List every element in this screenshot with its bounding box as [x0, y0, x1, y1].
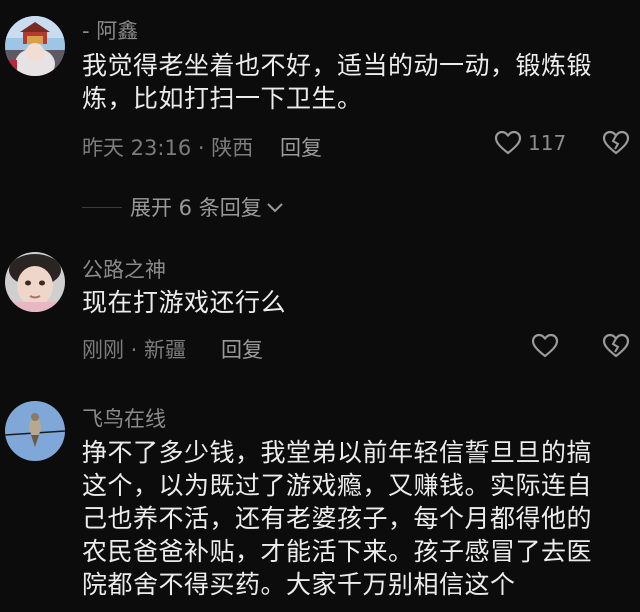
- avatar[interactable]: [5, 401, 65, 461]
- broken-heart-icon: [602, 130, 630, 156]
- dislike-button[interactable]: [602, 333, 630, 359]
- dislike-button[interactable]: [602, 130, 630, 156]
- reply-button[interactable]: 回复: [280, 132, 322, 162]
- like-button[interactable]: [531, 333, 559, 359]
- comment-author[interactable]: 公路之神: [82, 254, 166, 284]
- divider: [82, 206, 122, 208]
- broken-heart-icon: [602, 333, 630, 359]
- comment-text-line: 挣不了多少钱，我堂弟以前年轻信誓旦旦的搞: [82, 438, 593, 467]
- expand-replies-button[interactable]: 展开 6 条回复: [130, 192, 284, 222]
- comment-text-line: 我觉得老坐着也不好，适当的动一动，锻炼锻: [82, 51, 593, 80]
- comment-text: 现在打游戏还行么: [82, 286, 627, 319]
- comment-text-line: 农民爸爸补贴，才能活下来。孩子感冒了去医: [82, 537, 593, 566]
- comment-text-line: 己也养不活，还有老婆孩子，每个月都得他的: [82, 504, 593, 533]
- comment-text-line: 院都舍不得买药。大家千万别相信这个: [82, 570, 516, 599]
- avatar-photo-red-building-icon: [5, 16, 65, 76]
- comment-text: 挣不了多少钱，我堂弟以前年轻信誓旦旦的搞 这个，以为既过了游戏瘾，又赚钱。实际连…: [82, 436, 627, 601]
- comment-text: 我觉得老坐着也不好，适当的动一动，锻炼锻 炼，比如打扫一下卫生。: [82, 49, 627, 115]
- comment-text-line: 这个，以为既过了游戏瘾，又赚钱。实际连自: [82, 471, 593, 500]
- comment-text-line: 炼，比如打扫一下卫生。: [82, 84, 363, 113]
- comment-time-location: 昨天 23:16 · 陕西: [82, 136, 254, 160]
- comment-author[interactable]: 飞鸟在线: [82, 403, 166, 433]
- avatar-photo-child-icon: [5, 252, 65, 312]
- comment-author[interactable]: - 阿鑫: [82, 15, 138, 45]
- heart-icon: [531, 333, 559, 359]
- avatar[interactable]: [5, 252, 65, 312]
- expand-replies-label: 展开 6 条回复: [130, 196, 262, 220]
- avatar[interactable]: [5, 16, 65, 76]
- heart-icon: [494, 130, 522, 156]
- reply-button[interactable]: 回复: [221, 334, 263, 364]
- chevron-down-icon: [266, 201, 284, 213]
- comment-time-location: 刚刚 · 新疆: [82, 338, 187, 362]
- like-button[interactable]: 117: [494, 130, 566, 156]
- like-count: 117: [528, 131, 567, 155]
- expand-replies-row: 展开 6 条回复: [82, 192, 284, 222]
- avatar-photo-bird-on-wire-icon: [5, 401, 65, 461]
- comment-text-line: 现在打游戏还行么: [82, 288, 287, 317]
